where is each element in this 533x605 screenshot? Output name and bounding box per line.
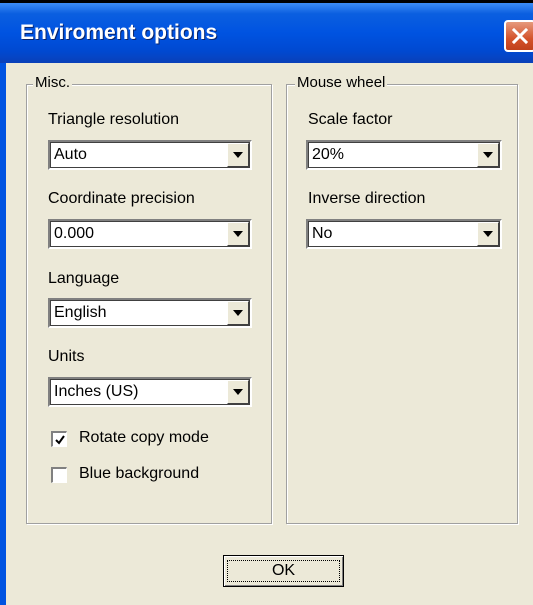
close-button[interactable]	[504, 20, 533, 52]
triangle-resolution-value: Auto	[54, 146, 87, 163]
coordinate-precision-select[interactable]: 0.000	[48, 219, 252, 249]
close-icon	[511, 27, 529, 45]
mouse-wheel-legend: Mouse wheel	[295, 74, 388, 91]
ok-button[interactable]: OK	[223, 555, 344, 587]
dropdown-arrow-icon[interactable]	[227, 301, 249, 325]
inverse-direction-label: Inverse direction	[308, 190, 426, 207]
dropdown-arrow-icon[interactable]	[227, 380, 249, 404]
language-value: English	[54, 304, 107, 321]
window-title: Enviroment options	[20, 21, 218, 44]
scale-factor-label: Scale factor	[308, 111, 393, 128]
coordinate-precision-label: Coordinate precision	[48, 190, 195, 207]
rotate-copy-mode-checkbox[interactable]	[51, 431, 67, 447]
ok-button-label: OK	[227, 560, 340, 582]
blue-background-label[interactable]: Blue background	[79, 465, 199, 483]
language-select[interactable]: English	[48, 298, 252, 328]
inverse-direction-select[interactable]: No	[306, 219, 502, 249]
rotate-copy-mode-label[interactable]: Rotate copy mode	[79, 429, 209, 447]
units-select[interactable]: Inches (US)	[48, 377, 252, 407]
triangle-resolution-label: Triangle resolution	[48, 111, 180, 128]
scale-factor-value: 20%	[312, 146, 345, 163]
units-label: Units	[48, 348, 85, 365]
units-value: Inches (US)	[54, 383, 139, 400]
dropdown-arrow-icon[interactable]	[477, 222, 499, 246]
dropdown-arrow-icon[interactable]	[227, 143, 249, 167]
title-bar[interactable]: Enviroment options	[0, 0, 533, 63]
misc-legend: Misc.	[33, 74, 72, 91]
dropdown-arrow-icon[interactable]	[477, 143, 499, 167]
dropdown-arrow-icon[interactable]	[227, 222, 249, 246]
coordinate-precision-value: 0.000	[54, 225, 95, 242]
window-border	[0, 63, 6, 605]
triangle-resolution-select[interactable]: Auto	[48, 140, 252, 170]
language-label: Language	[48, 270, 120, 287]
checkmark-icon	[54, 434, 65, 445]
blue-background-checkbox[interactable]	[51, 467, 67, 483]
inverse-direction-value: No	[312, 225, 333, 242]
options-dialog: Enviroment options Misc. Triangle resolu…	[0, 0, 533, 605]
scale-factor-select[interactable]: 20%	[306, 140, 502, 170]
